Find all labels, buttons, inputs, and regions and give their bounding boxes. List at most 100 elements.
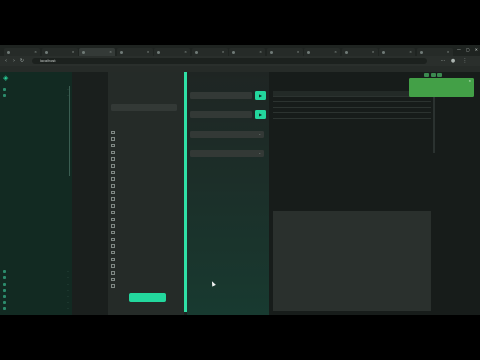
checkbox[interactable] xyxy=(111,137,115,141)
checkbox[interactable] xyxy=(111,217,115,222)
close-window-icon[interactable]: ✕ xyxy=(475,47,478,52)
checkbox-item[interactable] xyxy=(111,149,177,156)
tab-close-icon[interactable]: × xyxy=(72,50,75,54)
browser-tab[interactable]: × xyxy=(191,48,228,56)
forward-icon[interactable]: › xyxy=(11,58,17,64)
checkbox[interactable] xyxy=(111,284,115,288)
column-header[interactable] xyxy=(273,91,299,96)
checkbox-item[interactable] xyxy=(111,156,177,163)
reload-icon[interactable]: ↻ xyxy=(19,58,25,64)
browser-tab[interactable]: × xyxy=(79,48,115,56)
browser-tab[interactable]: × xyxy=(154,48,190,56)
input-1[interactable] xyxy=(190,92,252,99)
browser-tab[interactable]: × xyxy=(41,48,78,56)
checkbox[interactable] xyxy=(111,157,115,161)
tab-close-icon[interactable]: × xyxy=(147,50,150,54)
checkbox-item[interactable] xyxy=(111,236,177,243)
close-icon[interactable]: ✕ xyxy=(468,79,471,83)
checkbox-item[interactable] xyxy=(111,263,177,270)
sidebar-scrollbar[interactable] xyxy=(69,86,70,176)
checkbox-item[interactable] xyxy=(111,229,177,236)
checkbox-item[interactable] xyxy=(111,129,177,136)
play-icon[interactable]: ▶ xyxy=(255,110,266,119)
minimize-icon[interactable]: — xyxy=(457,47,461,52)
checkbox-item[interactable] xyxy=(111,223,177,230)
extensions-icon[interactable]: ⋯ xyxy=(440,58,446,64)
menu-icon[interactable]: ⋮ xyxy=(462,58,468,64)
checkbox[interactable] xyxy=(111,143,115,148)
checkbox-item[interactable] xyxy=(111,169,177,176)
text-field[interactable] xyxy=(111,104,177,111)
checkbox[interactable] xyxy=(111,170,115,175)
browser-tab[interactable]: × xyxy=(4,48,40,56)
checkbox-item[interactable] xyxy=(111,183,177,190)
checkbox[interactable] xyxy=(111,277,115,282)
logo-icon[interactable]: ◈ xyxy=(3,74,11,82)
checkbox-item[interactable] xyxy=(111,176,177,183)
tab-close-icon[interactable]: × xyxy=(409,50,412,54)
checkbox[interactable] xyxy=(111,250,115,255)
checkbox[interactable] xyxy=(111,257,115,262)
checkbox-item[interactable] xyxy=(111,189,177,196)
toast-pill[interactable] xyxy=(437,73,442,77)
tab-close-icon[interactable]: × xyxy=(297,50,300,54)
checkbox[interactable] xyxy=(111,224,115,228)
input-4[interactable]: ⌄ xyxy=(190,150,264,157)
maximize-icon[interactable]: ▢ xyxy=(466,47,470,52)
checkbox-item[interactable] xyxy=(111,209,177,216)
tab-close-icon[interactable]: × xyxy=(34,50,37,54)
browser-tab[interactable]: × xyxy=(416,48,453,56)
browser-tab[interactable]: × xyxy=(229,48,265,56)
checkbox[interactable] xyxy=(111,210,115,215)
success-toast[interactable]: ✕ xyxy=(409,78,474,97)
checkbox[interactable] xyxy=(111,190,115,195)
back-icon[interactable]: ‹ xyxy=(3,58,9,64)
checkbox[interactable] xyxy=(111,197,115,201)
checkbox-item[interactable] xyxy=(111,196,177,203)
checkbox-item[interactable] xyxy=(111,203,177,210)
input-2[interactable] xyxy=(190,111,252,118)
checkbox[interactable] xyxy=(111,264,115,268)
tab-close-icon[interactable]: × xyxy=(372,50,375,54)
play-icon[interactable]: ▶ xyxy=(255,91,266,100)
checkbox-item[interactable] xyxy=(111,283,177,290)
browser-tab[interactable]: × xyxy=(304,48,340,56)
checkbox[interactable] xyxy=(111,164,115,168)
table-row[interactable] xyxy=(273,113,431,119)
browser-tab[interactable]: × xyxy=(116,48,153,56)
select-3[interactable]: ⌄ xyxy=(190,131,264,138)
checkbox-item[interactable] xyxy=(111,276,177,283)
toast-pill[interactable] xyxy=(424,73,429,77)
tab-close-icon[interactable]: × xyxy=(222,50,225,54)
sidebar-item[interactable]: ⌄ xyxy=(3,305,69,311)
browser-tab[interactable]: × xyxy=(266,48,303,56)
checkbox-item[interactable] xyxy=(111,243,177,250)
toast-pill[interactable] xyxy=(430,73,436,77)
checkbox[interactable] xyxy=(111,204,115,208)
checkbox-item[interactable] xyxy=(111,249,177,256)
checkbox-item[interactable] xyxy=(111,136,177,143)
checkbox-item[interactable] xyxy=(111,269,177,276)
checkbox-item[interactable] xyxy=(111,216,177,223)
tab-close-icon[interactable]: × xyxy=(334,50,337,54)
tab-close-icon[interactable]: × xyxy=(259,50,262,54)
tab-close-icon[interactable]: × xyxy=(109,50,112,54)
checkbox-item[interactable] xyxy=(111,142,177,149)
tab-close-icon[interactable]: × xyxy=(447,50,450,54)
profile-icon[interactable]: ● xyxy=(450,58,456,64)
browser-tab[interactable]: × xyxy=(341,48,378,56)
checkbox[interactable] xyxy=(111,130,115,135)
checkbox[interactable] xyxy=(111,177,115,181)
column-header[interactable] xyxy=(299,91,321,96)
checkbox-item[interactable] xyxy=(111,256,177,263)
submit-button[interactable] xyxy=(129,293,166,302)
url-input[interactable]: localhost xyxy=(32,58,427,64)
checkbox[interactable] xyxy=(111,271,115,275)
checkbox[interactable] xyxy=(111,237,115,242)
tab-close-icon[interactable]: × xyxy=(184,50,187,54)
checkbox[interactable] xyxy=(111,244,115,248)
checkbox[interactable] xyxy=(111,184,115,188)
checkbox[interactable] xyxy=(111,230,115,235)
checkbox-item[interactable] xyxy=(111,162,177,169)
checkbox[interactable] xyxy=(111,150,115,155)
